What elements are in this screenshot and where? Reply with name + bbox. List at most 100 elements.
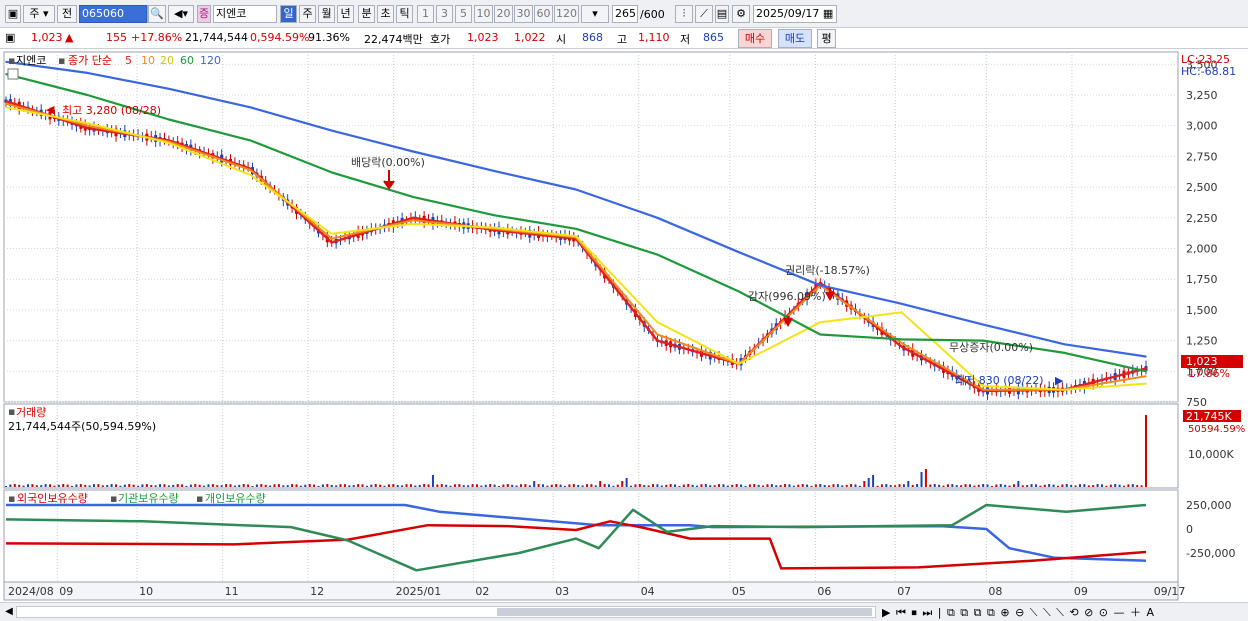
volume-bar — [924, 469, 927, 487]
chart-area[interactable]: 3,500 3,250 3,000 2,750 2,500 2,250 2,000 1,750… — [0, 50, 1248, 602]
search-icon[interactable]: 🔍 — [148, 5, 166, 23]
stock-code-input[interactable]: 065060 — [79, 5, 147, 23]
volume-bar — [810, 485, 813, 487]
scroll-thumb[interactable] — [497, 608, 872, 616]
volume-bar — [159, 484, 162, 487]
volume-bar — [638, 484, 641, 487]
volume-bar — [502, 484, 505, 487]
volume-bar — [220, 485, 223, 487]
period-year-button[interactable]: 년 — [337, 5, 354, 23]
period-second-button[interactable]: 초 — [377, 5, 394, 23]
period-tick-button[interactable]: 틱 — [396, 5, 413, 23]
volume-bar — [1004, 484, 1007, 487]
legend-individual[interactable]: 개인보유수량 — [205, 492, 266, 505]
volume-title[interactable]: 거래량 — [16, 406, 46, 419]
open-price: 868 — [582, 31, 603, 44]
chart-nav-tools[interactable]: ▶ ⏮ ⏹ ⏭ | ⧉ ⧉ ⧉ ⧉ ⊕ ⊖ ⟍ ⟍ ⟍ ⟲ ⊘ ⊙ — ＋ A — [882, 604, 1155, 620]
interval-30-button[interactable]: 30 — [514, 5, 533, 23]
period-minute-button[interactable]: 분 — [358, 5, 375, 23]
legend-marker-2: ▪ — [58, 54, 65, 67]
gear-icon[interactable]: ⚙ — [732, 5, 750, 23]
volume-bar — [819, 484, 822, 487]
volume-bar — [264, 484, 267, 487]
interval-1-button[interactable]: 1 — [417, 5, 434, 23]
window-menu-small-icon[interactable]: ▣ — [5, 31, 15, 44]
eval-button[interactable]: 평 — [817, 29, 836, 48]
scroll-track[interactable] — [16, 606, 876, 618]
legend-ma60[interactable]: 60 — [180, 54, 194, 67]
legend-ma10[interactable]: 10 — [141, 54, 155, 67]
save-icon[interactable]: ▤ — [715, 5, 729, 23]
volume-bar — [1114, 484, 1117, 487]
period-week-button[interactable]: 주 — [299, 5, 316, 23]
ma-point-10 — [900, 342, 903, 344]
volume-bar — [1118, 484, 1121, 487]
ma-point-120 — [819, 284, 822, 287]
bar-count-input[interactable]: 265 — [612, 5, 638, 23]
volume-bar — [471, 484, 474, 487]
sell-button[interactable]: 매도 — [778, 29, 812, 48]
interval-10-button[interactable]: 10 — [474, 5, 493, 23]
interval-dropdown[interactable]: ▾ — [581, 5, 609, 23]
ask-price: 1,023 — [467, 31, 499, 44]
volume-bar — [1087, 485, 1090, 487]
legend-institution[interactable]: 기관보유수량 — [118, 492, 179, 505]
speaker-icon[interactable]: ◀▾ — [168, 5, 194, 23]
volume-bar — [370, 484, 373, 487]
volume-bar — [1078, 484, 1081, 487]
ma-point-120 — [738, 251, 740, 253]
volume-bar — [964, 484, 967, 487]
stock-chart-svg[interactable]: 3,5003,2503,0002,7502,5002,2502,0001,750… — [0, 50, 1248, 602]
toolbar: ▣ 주 ▾ 전 065060 ▾ 🔍 ◀▾ 증 지엔코 일 주 월 년 분 초 … — [0, 0, 1248, 28]
date-value: 2025/09/17 — [756, 7, 820, 20]
ma-point-120 — [982, 323, 984, 326]
volume-bar — [911, 484, 914, 487]
volume-bar — [361, 484, 364, 487]
volume-bar — [431, 475, 434, 487]
legend-foreign[interactable]: 외국인보유수량 — [17, 492, 88, 505]
interval-20-button[interactable]: 20 — [494, 5, 513, 23]
ma-point-20 — [5, 106, 7, 109]
ma-point-5 — [330, 241, 333, 244]
volume-bar — [753, 484, 756, 487]
interval-3-button[interactable]: 3 — [436, 5, 453, 23]
legend-toggle-icon[interactable] — [7, 68, 19, 80]
x-tick-label: 06 — [817, 585, 831, 598]
bid-price: 1,022 — [514, 31, 546, 44]
candle-icon[interactable]: ⫶ — [675, 5, 693, 23]
prefix-select[interactable]: 전 — [57, 5, 77, 23]
interval-60-button[interactable]: 60 — [534, 5, 553, 23]
interval-120-button[interactable]: 120 — [554, 5, 579, 23]
ma-point-10 — [86, 124, 89, 127]
volume-bar — [172, 484, 175, 487]
period-day-button[interactable]: 일 — [280, 5, 297, 23]
legend-ma5[interactable]: 5 — [125, 54, 132, 67]
price-tick-label: 1,250 — [1186, 335, 1218, 348]
ma-point-5 — [5, 100, 7, 102]
type-select[interactable]: 주 ▾ — [23, 5, 55, 23]
interval-5-button[interactable]: 5 — [455, 5, 472, 23]
volume-bar — [506, 484, 509, 487]
volume-bar — [1145, 415, 1147, 487]
volume-bar — [396, 485, 399, 487]
type-select-value: 주 — [29, 7, 40, 20]
date-input[interactable]: 2025/09/17 ▦ — [753, 5, 837, 23]
volume-bar — [986, 484, 989, 487]
ma-point-60 — [900, 338, 903, 341]
ma-point-120 — [900, 302, 903, 305]
ma-point-20 — [738, 363, 740, 365]
volume-bar — [5, 486, 7, 487]
scroll-left-icon[interactable]: ◀ — [2, 605, 16, 619]
legend-ma-label[interactable]: 종가 단순 — [68, 54, 112, 67]
volume-bar — [647, 485, 650, 487]
stock-name-field[interactable]: 지엔코 — [213, 5, 277, 23]
volume-bar — [71, 485, 74, 487]
volume-bar — [1030, 484, 1033, 487]
buy-button[interactable]: 매수 — [738, 29, 772, 48]
legend-ma20[interactable]: 20 — [160, 54, 174, 67]
volume-bar — [704, 484, 707, 487]
period-month-button[interactable]: 월 — [318, 5, 335, 23]
line-tool-icon[interactable]: ⟋ — [695, 5, 713, 23]
window-menu-icon[interactable]: ▣ — [5, 5, 21, 23]
legend-ma120[interactable]: 120 — [200, 54, 221, 67]
